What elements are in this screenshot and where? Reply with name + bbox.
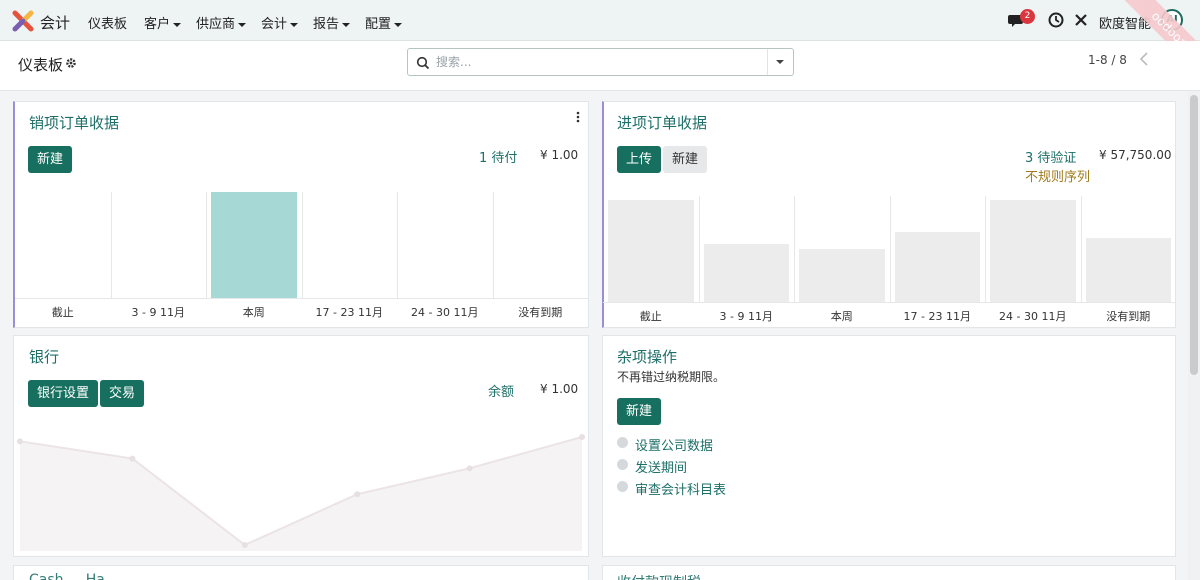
sales-chart-bar-label: 24 - 30 11月 bbox=[411, 306, 479, 319]
irregular-sequence-warning[interactable]: 不规则序列 bbox=[1025, 166, 1090, 185]
bank-settings-button[interactable]: 银行设置 bbox=[28, 380, 99, 407]
menu-accounting[interactable]: 会计 bbox=[261, 13, 299, 32]
checklist-send-period[interactable]: 发送期间 bbox=[635, 457, 687, 476]
sales-chart-grid-line bbox=[206, 192, 207, 298]
purchase-chart-bar-label: 本周 bbox=[830, 310, 853, 323]
sales-chart-bar[interactable] bbox=[211, 192, 297, 298]
checklist-dot-icon bbox=[617, 437, 628, 448]
purchase-chart-baseline bbox=[603, 302, 1176, 303]
purchase-new-button[interactable]: 新建 bbox=[663, 146, 708, 173]
caret-down-icon bbox=[342, 22, 351, 27]
bank-chart-point[interactable] bbox=[354, 491, 361, 498]
control-panel: 仪表板 1-8 / 8 bbox=[0, 41, 1200, 91]
page-scrollbar[interactable] bbox=[1188, 91, 1200, 580]
sales-chart-bar-label: 本周 bbox=[242, 306, 265, 319]
sales-chart-grid-line bbox=[110, 192, 112, 298]
cash-basis-card-title[interactable]: Cash ... Ha... bbox=[29, 572, 118, 580]
bank-chart-point[interactable] bbox=[17, 438, 23, 445]
chevron-left-icon[interactable] bbox=[1137, 51, 1151, 67]
caret-down-icon bbox=[776, 60, 784, 64]
purchase-chart-bar-label: 没有到期 bbox=[1106, 310, 1151, 323]
search-options-toggle[interactable] bbox=[767, 49, 793, 75]
purchase-chart-grid-line bbox=[698, 196, 700, 302]
top-navbar: 会计 仪表板 客户 供应商 会计 报告 配置 2 欧度智能 AI bbox=[0, 0, 1200, 41]
clock-icon[interactable] bbox=[1047, 11, 1065, 29]
bank-chart-point[interactable] bbox=[129, 455, 136, 462]
purchase-chart-bar[interactable] bbox=[990, 200, 1076, 302]
purchase-chart-bar-label: 24 - 30 11月 bbox=[999, 310, 1067, 323]
bank-transactions-button[interactable]: 交易 bbox=[100, 380, 145, 407]
cash-tax-card-title[interactable]: 收付款现制税 bbox=[617, 572, 701, 580]
sales-pending-link[interactable]: 1 待付 bbox=[479, 147, 517, 166]
caret-down-icon bbox=[394, 22, 403, 27]
purchase-chart-bar[interactable] bbox=[703, 243, 789, 302]
menu-customers[interactable]: 客户 bbox=[144, 13, 182, 32]
menu-vendors[interactable]: 供应商 bbox=[196, 13, 247, 32]
misc-card-title[interactable]: 杂项操作 bbox=[617, 346, 677, 367]
tools-icon[interactable] bbox=[1072, 11, 1090, 29]
sales-chart-grid-line bbox=[301, 192, 303, 298]
search-bar bbox=[407, 48, 794, 76]
bank-chart-point[interactable] bbox=[579, 434, 585, 440]
purchase-card-title[interactable]: 进项订单收据 bbox=[617, 112, 707, 133]
caret-down-icon bbox=[238, 22, 247, 27]
purchase-chart-grid-line bbox=[794, 196, 795, 302]
sales-chart-bar-label: 没有到期 bbox=[518, 306, 563, 319]
sales-card-title[interactable]: 销项订单收据 bbox=[29, 112, 119, 133]
purchase-chart-bar-label: 3 - 9 11月 bbox=[719, 310, 773, 323]
checklist-dot-icon bbox=[617, 459, 628, 470]
pager-value[interactable]: 1-8 / 8 bbox=[1088, 53, 1127, 67]
odoo-x-logo-icon[interactable] bbox=[12, 10, 34, 32]
scrollbar-thumb[interactable] bbox=[1190, 95, 1198, 375]
app-name[interactable]: 会计 bbox=[40, 12, 70, 33]
purchase-chart-bar[interactable] bbox=[799, 249, 885, 302]
search-input[interactable] bbox=[436, 52, 766, 72]
purchase-chart-bar-label: 17 - 23 11月 bbox=[903, 310, 971, 323]
search-icon bbox=[416, 56, 430, 70]
bank-amount: ¥ 1.00 bbox=[540, 382, 579, 396]
caret-down-icon bbox=[290, 22, 299, 27]
bank-chart-point[interactable] bbox=[466, 465, 473, 472]
purchase-verify-link[interactable]: 3 待验证 bbox=[1025, 147, 1076, 166]
bank-line-chart bbox=[17, 434, 585, 551]
purchase-chart-bar[interactable] bbox=[608, 200, 694, 302]
misc-subtitle: 不再错过纳税期限。 bbox=[617, 370, 726, 384]
checklist-company-data[interactable]: 设置公司数据 bbox=[635, 435, 713, 454]
sales-chart-bar-label: 截止 bbox=[51, 306, 74, 319]
kebab-menu-icon[interactable] bbox=[576, 111, 580, 123]
gear-icon[interactable] bbox=[65, 57, 77, 69]
purchase-amount: ¥ 57,750.00 bbox=[1099, 148, 1172, 162]
purchase-chart-grid-line bbox=[889, 196, 891, 302]
bank-balance-link[interactable]: 余额 bbox=[488, 381, 514, 400]
sales-chart-grid-line bbox=[492, 192, 494, 298]
menu-dashboard[interactable]: 仪表板 bbox=[88, 13, 127, 32]
misc-new-button[interactable]: 新建 bbox=[617, 398, 662, 425]
page-title: 仪表板 bbox=[18, 56, 64, 74]
bank-card-title[interactable]: 银行 bbox=[29, 346, 59, 367]
menu-configuration[interactable]: 配置 bbox=[365, 13, 403, 32]
bank-chart-point[interactable] bbox=[241, 542, 248, 548]
caret-down-icon bbox=[173, 22, 182, 27]
purchase-chart-grid-line bbox=[985, 196, 986, 302]
purchase-chart-bar[interactable] bbox=[894, 232, 980, 302]
purchase-upload-button[interactable]: 上传 bbox=[617, 146, 662, 173]
sales-chart-bar-label: 3 - 9 11月 bbox=[131, 306, 185, 319]
purchase-chart-bar[interactable] bbox=[1085, 238, 1171, 302]
sales-chart-grid-line bbox=[397, 192, 398, 298]
purchase-chart-bar-label: 截止 bbox=[639, 310, 662, 323]
messages-badge: 2 bbox=[1020, 9, 1035, 24]
sales-amount: ¥ 1.00 bbox=[540, 148, 579, 162]
sales-new-button[interactable]: 新建 bbox=[28, 146, 73, 173]
purchase-chart-grid-line bbox=[1080, 196, 1082, 302]
checklist-dot-icon bbox=[617, 481, 628, 492]
checklist-chart-of-accounts[interactable]: 审查会计科目表 bbox=[635, 479, 726, 498]
sales-chart-baseline bbox=[15, 298, 588, 299]
sales-chart-bar-label: 17 - 23 11月 bbox=[315, 306, 383, 319]
menu-reports[interactable]: 报告 bbox=[313, 13, 351, 32]
